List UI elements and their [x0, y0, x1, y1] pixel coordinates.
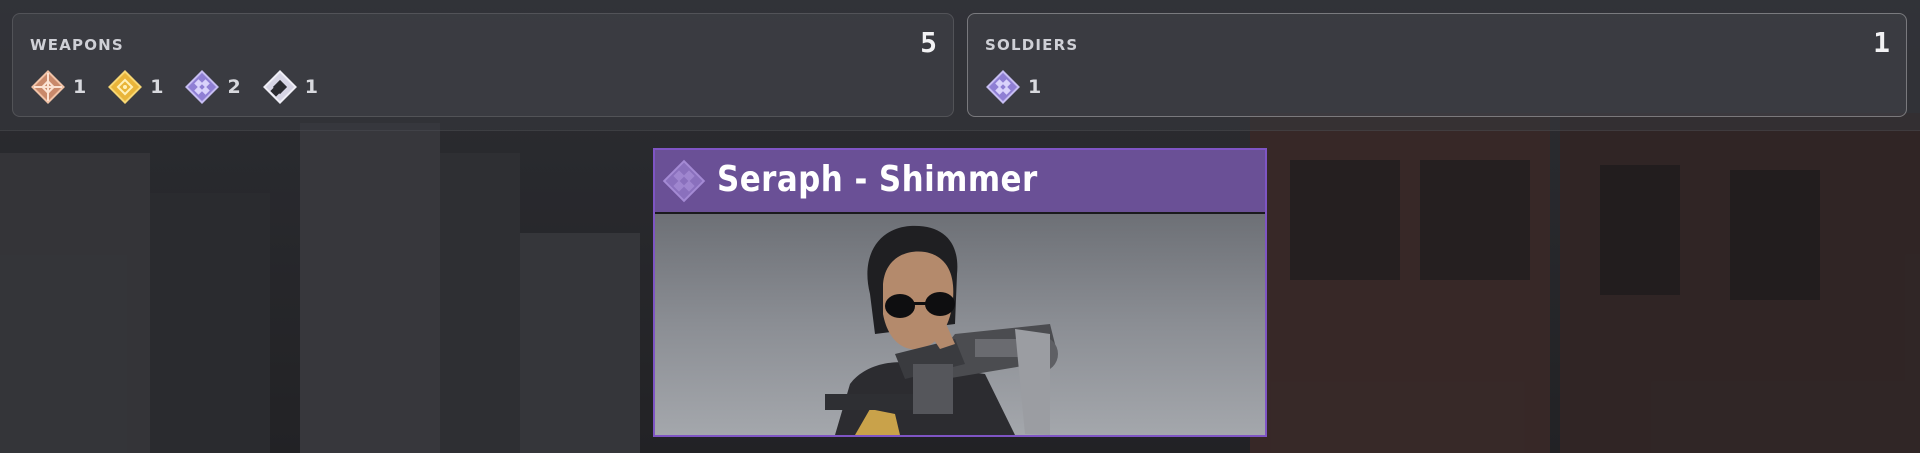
card-title: Seraph - Shimmer [717, 159, 1038, 200]
weapons-panel[interactable]: WEAPONS 5 1 1 2 1 [12, 13, 954, 117]
rarity-epic-icon [986, 70, 1020, 104]
weapons-rarity-list: 1 1 2 1 [31, 70, 340, 104]
weapons-rarity-dark: 1 [262, 70, 318, 104]
rarity-count: 1 [73, 76, 87, 98]
item-reveal-card[interactable]: Seraph - Shimmer [653, 148, 1267, 437]
soldiers-title: SOLDIERS [985, 36, 1079, 54]
rarity-rare-icon [108, 70, 143, 104]
soldiers-rarity-epic: 1 [986, 70, 1041, 104]
soldiers-total-count: 1 [1873, 26, 1890, 59]
rarity-count: 2 [227, 76, 241, 98]
rarity-count: 1 [304, 76, 318, 98]
rarity-epic-icon [185, 70, 220, 104]
card-header: Seraph - Shimmer [655, 150, 1265, 214]
weapons-rarity-common: 1 [31, 70, 86, 104]
soldiers-rarity-list: 1 [986, 70, 1063, 104]
soldier-illustration [825, 225, 1058, 435]
rarity-epic-icon [662, 159, 706, 203]
rarity-common-icon [31, 70, 65, 104]
rarity-count: 1 [150, 76, 164, 98]
rarity-dark-icon [262, 70, 297, 104]
weapons-title: WEAPONS [30, 36, 124, 54]
soldier-portrait [655, 214, 1265, 435]
collection-summary-bar: WEAPONS 5 1 1 2 1 SOLDIERS 1 1 [0, 0, 1920, 131]
rarity-count: 1 [1028, 76, 1042, 98]
soldiers-panel[interactable]: SOLDIERS 1 1 [967, 13, 1907, 117]
weapons-rarity-epic: 2 [185, 70, 241, 104]
weapons-rarity-rare: 1 [108, 70, 163, 104]
weapons-total-count: 5 [920, 26, 937, 59]
